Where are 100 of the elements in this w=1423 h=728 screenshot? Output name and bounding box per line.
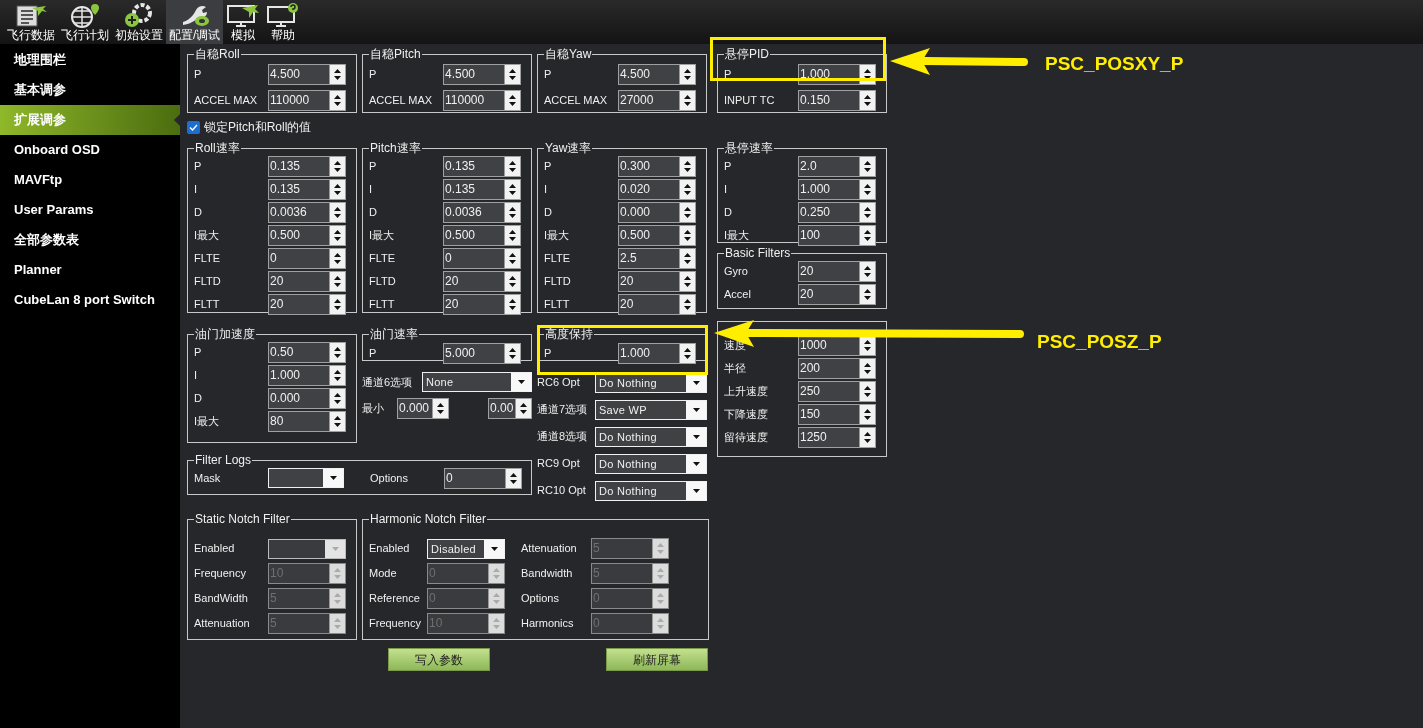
- number-field[interactable]: 2.0: [798, 156, 876, 177]
- number-field[interactable]: 0.135: [443, 179, 521, 200]
- number-field[interactable]: 1000: [798, 335, 876, 356]
- number-field[interactable]: 4.500: [618, 63, 696, 85]
- field-label: 通道7选项: [537, 402, 589, 418]
- sidebar-item[interactable]: 地理围栏: [0, 45, 180, 75]
- toolbar-tab[interactable]: 配置/调试: [166, 0, 224, 44]
- number-field[interactable]: 110000: [443, 89, 521, 111]
- up-arrow-icon: [509, 207, 516, 211]
- number-field[interactable]: 80: [268, 411, 346, 432]
- number-field[interactable]: 1.000: [268, 365, 346, 386]
- number-field[interactable]: 20: [443, 294, 521, 315]
- number-field[interactable]: 27000: [618, 89, 696, 111]
- number-field[interactable]: 0.50: [268, 342, 346, 363]
- number-field[interactable]: 20: [798, 284, 876, 305]
- sidebar-item[interactable]: 基本调参: [0, 75, 180, 105]
- up-arrow-icon: [684, 161, 691, 165]
- toolbar-tab[interactable]: 飞行数据: [4, 0, 58, 44]
- toolbar-tab[interactable]: 帮助: [263, 0, 304, 44]
- number-field[interactable]: 0.00: [488, 397, 532, 419]
- sidebar-item[interactable]: Onboard OSD: [0, 135, 180, 165]
- dropdown[interactable]: Do Nothing: [595, 426, 707, 447]
- group-title: 悬停速率: [724, 141, 774, 155]
- group-title: Roll速率: [194, 141, 241, 155]
- number-field[interactable]: 0.500: [443, 225, 521, 246]
- field-label: I: [194, 182, 199, 198]
- number-field[interactable]: 0.150: [798, 89, 876, 111]
- toolbar-tab[interactable]: 初始设置: [112, 0, 166, 44]
- down-arrow-icon: [684, 168, 691, 172]
- toolbar-tab[interactable]: 模拟: [223, 0, 264, 44]
- up-arrow-icon: [334, 393, 341, 397]
- up-arrow-icon: [864, 207, 871, 211]
- number-field[interactable]: 20: [268, 271, 346, 292]
- dropdown[interactable]: Disabled: [427, 538, 505, 559]
- number-field[interactable]: 0.135: [443, 156, 521, 177]
- number-field[interactable]: 20: [618, 294, 696, 315]
- field-label: Attenuation: [521, 541, 578, 557]
- number-field[interactable]: 0.0036: [268, 202, 346, 223]
- sidebar-item[interactable]: MAVFtp: [0, 165, 180, 195]
- up-arrow-icon: [509, 68, 516, 73]
- number-field[interactable]: 150: [798, 404, 876, 425]
- number-field[interactable]: 0.500: [268, 225, 346, 246]
- number-field[interactable]: 0.135: [268, 179, 346, 200]
- down-arrow-icon: [864, 214, 871, 218]
- field-label: ACCEL MAX: [369, 92, 434, 108]
- number-field[interactable]: 2.5: [618, 248, 696, 269]
- action-button[interactable]: 刷新屏幕: [606, 648, 708, 671]
- sidebar-item[interactable]: User Params: [0, 195, 180, 225]
- down-arrow-icon: [334, 306, 341, 310]
- number-field[interactable]: 0.000: [268, 388, 346, 409]
- number-field[interactable]: 0.000: [618, 202, 696, 223]
- number-field[interactable]: 1250: [798, 427, 876, 448]
- number-field[interactable]: 0.0036: [443, 202, 521, 223]
- number-field[interactable]: 0.500: [618, 225, 696, 246]
- number-field[interactable]: 0.250: [798, 202, 876, 223]
- field-label: 留待速度: [724, 430, 769, 446]
- field-label: P: [194, 66, 203, 82]
- number-field[interactable]: 110000: [268, 89, 346, 111]
- number-field[interactable]: 1.000: [798, 63, 876, 85]
- number-field[interactable]: 20: [798, 261, 876, 282]
- number-field[interactable]: 0.020: [618, 179, 696, 200]
- number-field[interactable]: 20: [443, 271, 521, 292]
- caret-icon: [490, 546, 498, 551]
- number-field[interactable]: 100: [798, 225, 876, 246]
- number-field[interactable]: 200: [798, 358, 876, 379]
- up-arrow-icon: [864, 386, 871, 390]
- dropdown[interactable]: None: [422, 372, 532, 392]
- dropdown[interactable]: Save WP: [595, 399, 707, 420]
- number-field[interactable]: 1.000: [798, 179, 876, 200]
- field-label: P: [369, 345, 378, 361]
- down-arrow-icon: [493, 600, 500, 604]
- number-field[interactable]: 20: [268, 294, 346, 315]
- sidebar-item[interactable]: 全部参数表: [0, 225, 180, 255]
- down-arrow-icon: [334, 101, 341, 106]
- sidebar-item[interactable]: CubeLan 8 port Switch: [0, 285, 180, 315]
- sidebar-item[interactable]: Planner: [0, 255, 180, 285]
- up-arrow-icon: [864, 266, 871, 270]
- number-field[interactable]: 4.500: [268, 63, 346, 85]
- number-field[interactable]: 5.000: [443, 342, 521, 364]
- field-label: Attenuation: [194, 616, 251, 632]
- field-label: Enabled: [194, 541, 236, 557]
- number-field[interactable]: 0.300: [618, 156, 696, 177]
- down-arrow-icon: [509, 75, 516, 80]
- number-field[interactable]: 0.135: [268, 156, 346, 177]
- number-field[interactable]: 250: [798, 381, 876, 402]
- dropdown[interactable]: Do Nothing: [595, 480, 707, 501]
- group-title: Harmonic Notch Filter: [369, 512, 488, 526]
- action-button[interactable]: 写入参数: [388, 648, 490, 671]
- up-arrow-icon: [334, 184, 341, 188]
- number-field[interactable]: 1.000: [618, 342, 696, 364]
- number-field[interactable]: 0: [443, 248, 521, 269]
- number-field[interactable]: 0: [268, 248, 346, 269]
- toolbar-tab[interactable]: 飞行计划: [58, 0, 112, 44]
- checkbox[interactable]: [187, 120, 200, 134]
- number-field[interactable]: 4.500: [443, 63, 521, 85]
- number-field[interactable]: 20: [618, 271, 696, 292]
- group-title: Basic Filters: [724, 246, 792, 260]
- number-field[interactable]: 0.000: [397, 397, 449, 419]
- dropdown[interactable]: Do Nothing: [595, 453, 707, 474]
- number-field[interactable]: 0: [444, 467, 522, 489]
